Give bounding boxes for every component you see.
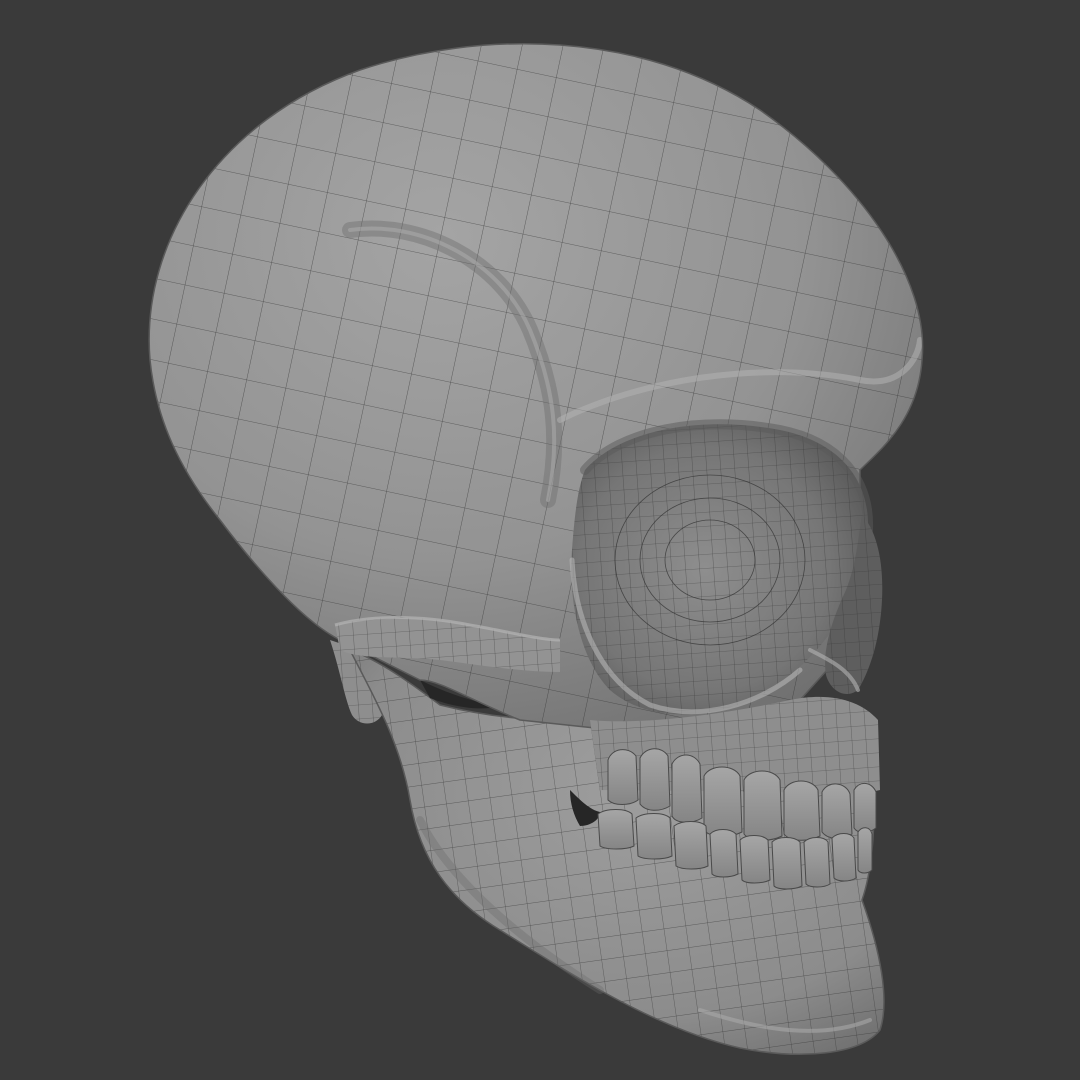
upper-tooth bbox=[703, 766, 743, 837]
lower-tooth bbox=[831, 833, 857, 882]
lower-tooth bbox=[635, 813, 673, 860]
lower-tooth bbox=[709, 829, 739, 878]
lower-tooth bbox=[771, 837, 803, 890]
upper-tooth bbox=[671, 754, 703, 823]
viewport-canvas bbox=[0, 0, 1080, 1080]
upper-tooth bbox=[783, 780, 821, 841]
lower-tooth bbox=[673, 821, 709, 870]
lower-tooth bbox=[597, 809, 635, 850]
upper-tooth bbox=[607, 749, 639, 805]
upper-tooth bbox=[821, 783, 853, 839]
lower-tooth bbox=[857, 827, 873, 874]
lower-tooth bbox=[739, 835, 771, 884]
upper-tooth bbox=[639, 748, 671, 811]
lower-tooth bbox=[803, 837, 831, 888]
upper-tooth bbox=[853, 783, 877, 833]
skull-render bbox=[0, 0, 1080, 1080]
upper-tooth bbox=[743, 770, 783, 841]
